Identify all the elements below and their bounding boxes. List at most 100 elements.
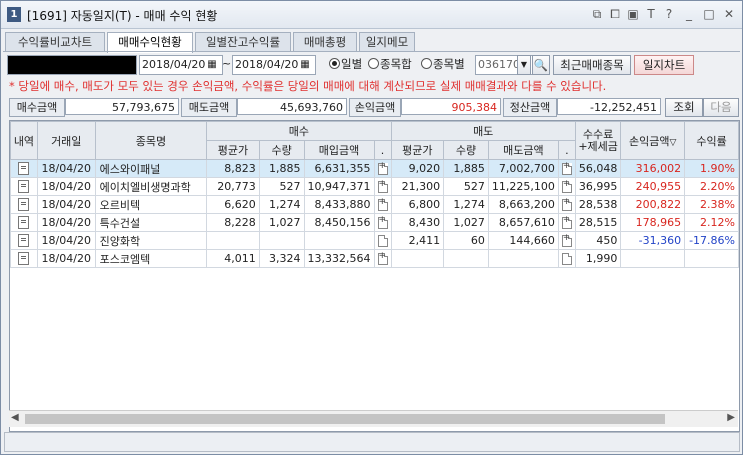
buy-doc-cell[interactable]: [373, 159, 392, 178]
buy-amount-label: 매수금액: [9, 98, 65, 117]
scroll-left-icon[interactable]: ◀: [11, 412, 19, 423]
tab-trade-profit-status[interactable]: 매매수익현황: [107, 32, 193, 53]
close-icon[interactable]: ✕: [721, 6, 737, 22]
radio-stock-sum[interactable]: 종목합: [368, 56, 412, 72]
empty-row: [11, 302, 739, 319]
buy-amount-cell: [303, 231, 375, 250]
col-stock-name[interactable]: 종목명: [94, 121, 208, 160]
col-detail[interactable]: 내역: [10, 121, 38, 160]
chevron-down-icon[interactable]: ▼: [517, 55, 531, 75]
col-sell-avg[interactable]: 평균가: [390, 140, 445, 160]
rate-cell: 2.12%: [684, 213, 739, 232]
col-buy-avg[interactable]: 평균가: [206, 140, 260, 160]
col-pnl[interactable]: 손익금액▽: [620, 121, 686, 160]
horizontal-scrollbar[interactable]: ◀ ▶: [9, 410, 738, 427]
table-row[interactable]: 18/04/20에스와이패널8,8231,8856,631,3559,0201,…: [10, 159, 739, 178]
detail-icon[interactable]: [18, 162, 30, 176]
col-rate[interactable]: 수익률: [684, 121, 739, 160]
link-icon[interactable]: ⧉: [589, 6, 605, 22]
buy-doc-cell[interactable]: [373, 249, 392, 268]
calendar-icon[interactable]: ▦: [298, 56, 312, 72]
scroll-right-icon[interactable]: ▶: [727, 412, 735, 423]
detail-cell[interactable]: [10, 249, 38, 268]
tab-journal-memo[interactable]: 일지메모: [359, 32, 415, 52]
col-sell-qty[interactable]: 수량: [443, 140, 489, 160]
buy-doc-cell[interactable]: [373, 177, 392, 196]
tab-return-compare-chart[interactable]: 수익률비교차트: [5, 32, 105, 52]
table-row[interactable]: 18/04/20특수건설8,2281,0278,450,1568,4301,02…: [10, 213, 739, 232]
sell-doc-cell[interactable]: [557, 177, 576, 196]
detail-icon[interactable]: [18, 234, 30, 248]
tab-trade-review[interactable]: 매매총평: [293, 32, 357, 52]
buy-amount-cell: 8,450,156: [303, 213, 375, 232]
col-sell-amount[interactable]: 매도금액: [487, 140, 559, 160]
radio-per-stock[interactable]: 종목별: [421, 56, 465, 72]
buy-doc-cell[interactable]: [373, 213, 392, 232]
table-row[interactable]: 18/04/20포스코엠텍4,0113,32413,332,564 1,990: [10, 249, 739, 268]
buy-amount-cell: 10,947,371: [303, 177, 375, 196]
table-row[interactable]: 18/04/20오르비텍6,6201,2748,433,8806,8001,27…: [10, 195, 739, 214]
account-field[interactable]: [7, 55, 137, 75]
trade-table-body: 18/04/20에스와이패널8,8231,8856,631,3559,0201,…: [10, 159, 739, 405]
maximize-icon[interactable]: □: [701, 6, 717, 22]
font-size-icon[interactable]: T: [643, 6, 659, 22]
sell-qty-cell: 1,274: [443, 195, 489, 214]
buy-doc-cell[interactable]: [373, 231, 392, 250]
copy-window-icon[interactable]: ⧠: [607, 6, 623, 22]
sell-doc-cell[interactable]: [557, 159, 576, 178]
query-button[interactable]: 조회: [665, 98, 703, 117]
detail-cell[interactable]: [10, 159, 38, 178]
document-icon[interactable]: [377, 235, 388, 247]
sell-doc-cell[interactable]: [557, 195, 576, 214]
app-window: 1 [1691] 자동일지(T) - 매매 수익 현황 ⧉ ⧠ ▣ T ? _ …: [0, 0, 743, 455]
document-icon[interactable]: [561, 161, 572, 175]
sell-amount-cell: 8,657,610: [487, 213, 559, 232]
document-icon[interactable]: [561, 197, 572, 211]
sell-doc-cell[interactable]: [557, 231, 576, 250]
buy-doc-cell[interactable]: [373, 195, 392, 214]
table-row[interactable]: 18/04/20진양화학 2,41160144,660 450-31,360-17.…: [10, 231, 739, 250]
buy-qty-cell: 527: [258, 177, 305, 196]
document-icon[interactable]: [561, 215, 572, 229]
sell-doc-cell[interactable]: [557, 249, 576, 268]
trade-table: 내역 거래일 종목명 매수 매도 수수료 +제세금 손익금액▽ 수익률 평균가 …: [9, 120, 740, 432]
scrollbar-thumb[interactable]: [25, 414, 665, 424]
detail-cell[interactable]: [10, 231, 38, 250]
sell-doc-cell[interactable]: [557, 213, 576, 232]
sort-icon[interactable]: ▽: [670, 138, 677, 148]
help-icon[interactable]: ?: [661, 6, 677, 22]
detail-icon[interactable]: [18, 216, 30, 230]
detail-icon[interactable]: [18, 252, 30, 266]
document-icon[interactable]: [561, 233, 572, 247]
col-buy-qty[interactable]: 수량: [258, 140, 305, 160]
detail-cell[interactable]: [10, 213, 38, 232]
minimize-icon[interactable]: _: [681, 6, 697, 22]
col-fee-tax[interactable]: 수수료 +제세금: [574, 121, 622, 160]
sell-amount-cell: 8,663,200: [487, 195, 559, 214]
detail-icon[interactable]: [18, 198, 30, 212]
document-icon[interactable]: [377, 179, 388, 193]
col-date[interactable]: 거래일: [36, 121, 96, 160]
table-row[interactable]: 18/04/20에이치엘비생명과학20,77352710,947,37121,3…: [10, 177, 739, 196]
calendar-icon[interactable]: ▦: [205, 56, 219, 72]
document-icon[interactable]: [561, 179, 572, 193]
radio-daily[interactable]: 일별: [329, 56, 362, 72]
tab-daily-balance-return[interactable]: 일별잔고수익률: [195, 32, 291, 52]
lock-icon[interactable]: ▣: [625, 6, 641, 22]
fee-cell: 450: [574, 231, 622, 250]
next-button[interactable]: 다음: [703, 98, 739, 117]
detail-icon[interactable]: [18, 180, 30, 194]
document-icon[interactable]: [377, 215, 388, 229]
buy-avg-cell: 8,823: [206, 159, 260, 178]
trade-table-grid: 내역 거래일 종목명 매수 매도 수수료 +제세금 손익금액▽ 수익률 평균가 …: [10, 121, 739, 404]
document-icon[interactable]: [377, 197, 388, 211]
document-icon[interactable]: [377, 251, 388, 265]
detail-cell[interactable]: [10, 195, 38, 214]
recent-trade-stocks-button[interactable]: 최근매매종목: [553, 55, 631, 75]
journal-chart-button[interactable]: 일지차트: [634, 55, 694, 75]
document-icon[interactable]: [561, 253, 572, 265]
search-icon[interactable]: 🔍: [532, 55, 550, 75]
document-icon[interactable]: [377, 161, 388, 175]
detail-cell[interactable]: [10, 177, 38, 196]
col-buy-amount[interactable]: 매입금액: [303, 140, 375, 160]
